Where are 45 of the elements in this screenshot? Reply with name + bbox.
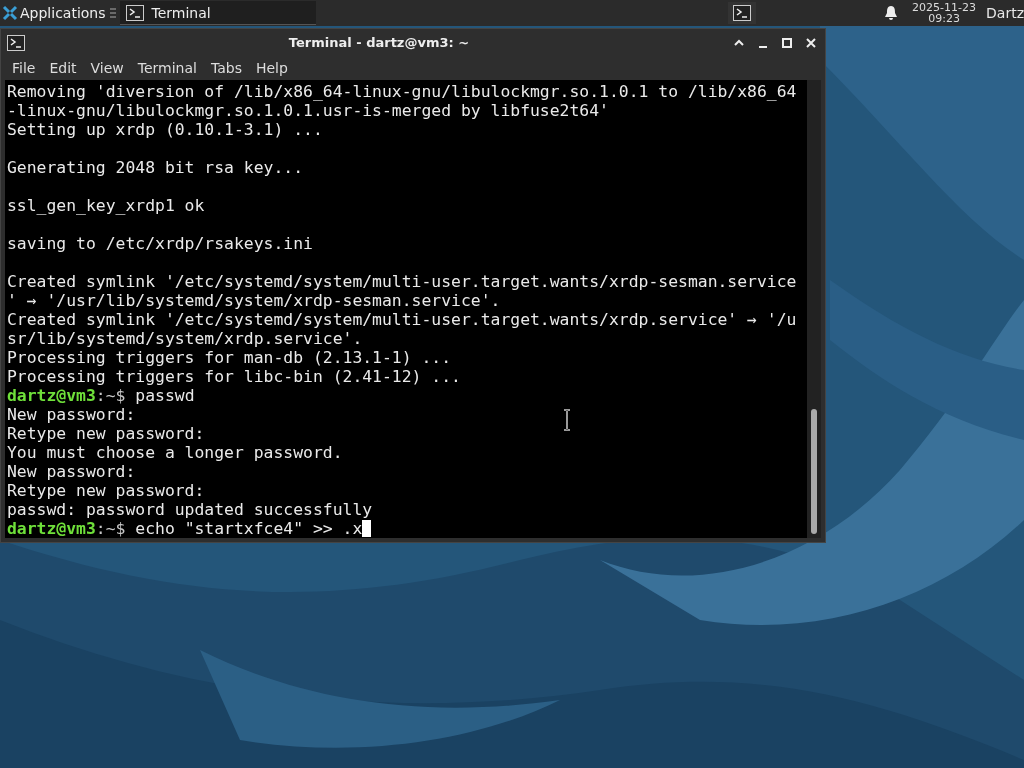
terminal-line: Created symlink '/etc/systemd/system/multi-user.target.wants/xrdp-sesman.service [7, 272, 797, 291]
command-text: echo "startxfce4" >> .x [135, 519, 363, 538]
terminal-line: passwd: password updated successfully [7, 500, 373, 519]
terminal-line: Processing triggers for man-db (2.13.1-1) ... [7, 348, 452, 367]
terminal-line: saving to /etc/xrdp/rsakeys.ini [7, 234, 313, 253]
terminal-icon [733, 5, 752, 21]
taskbar-button[interactable]: Terminal [119, 1, 316, 25]
applications-menu[interactable]: Applications [0, 0, 108, 26]
close-icon[interactable] [805, 36, 817, 49]
prompt-path: :~$ [95, 386, 126, 405]
user-menu[interactable]: Dartz [986, 5, 1024, 21]
terminal-line: New password: [7, 462, 136, 481]
text-cursor-icon [561, 409, 573, 431]
terminal-line: Retype new password: [7, 424, 205, 443]
window-title: Terminal - dartz@vm3: ~ [287, 35, 471, 50]
terminal-line: Created symlink '/etc/systemd/system/multi-user.target.wants/xrdp.service' → '/u [7, 310, 797, 329]
menu-item[interactable]: File [5, 60, 43, 76]
terminal-line: ssl_gen_key_xrdp1 ok [7, 196, 205, 215]
terminal-line: New password: [7, 405, 136, 424]
terminal-line: -linux-gnu/libulockmgr.so.1.0.1.usr-is-merged by libfuse2t64' [7, 101, 609, 120]
terminal-line: sr/lib/systemd/system/xrdp.service'. [7, 329, 363, 348]
terminal-line: You must choose a longer password. [7, 443, 343, 462]
menu-item[interactable]: Tabs [203, 60, 249, 76]
terminal-launcher[interactable] [728, 2, 757, 24]
menu-item[interactable]: Edit [42, 60, 84, 76]
menu-item[interactable]: View [83, 60, 131, 76]
terminal-line: Retype new password: [7, 481, 205, 500]
prompt-path: :~$ [95, 519, 126, 538]
command-text: passwd [135, 386, 195, 405]
terminal-line: ' → '/usr/lib/systemd/system/xrdp-sesman.service'. [7, 291, 501, 310]
scrollbar[interactable] [807, 80, 821, 538]
maximize-icon[interactable] [781, 36, 793, 49]
prompt-user: dartz@vm3 [7, 386, 96, 405]
terminal-icon [125, 4, 144, 21]
separator-handle-icon [109, 7, 116, 19]
terminal-line: Setting up xrdp (0.10.1-3.1) ... [7, 120, 323, 139]
terminal-icon [7, 34, 25, 51]
menu-item[interactable]: Help [248, 60, 295, 76]
clock[interactable]: 2025-11-23 09:23 [912, 2, 977, 24]
menu-item[interactable]: Terminal [130, 60, 204, 76]
terminal-line: Generating 2048 bit rsa key... [7, 158, 304, 177]
prompt-user: dartz@vm3 [7, 519, 96, 538]
terminal-line: Processing triggers for libc-bin (2.41-12) ... [7, 367, 461, 386]
bell-icon[interactable] [884, 5, 899, 21]
terminal-line: Removing 'diversion of /lib/x86_64-linux-gnu/libulockmgr.so.1.0.1 to /lib/x86_64 [7, 82, 797, 101]
